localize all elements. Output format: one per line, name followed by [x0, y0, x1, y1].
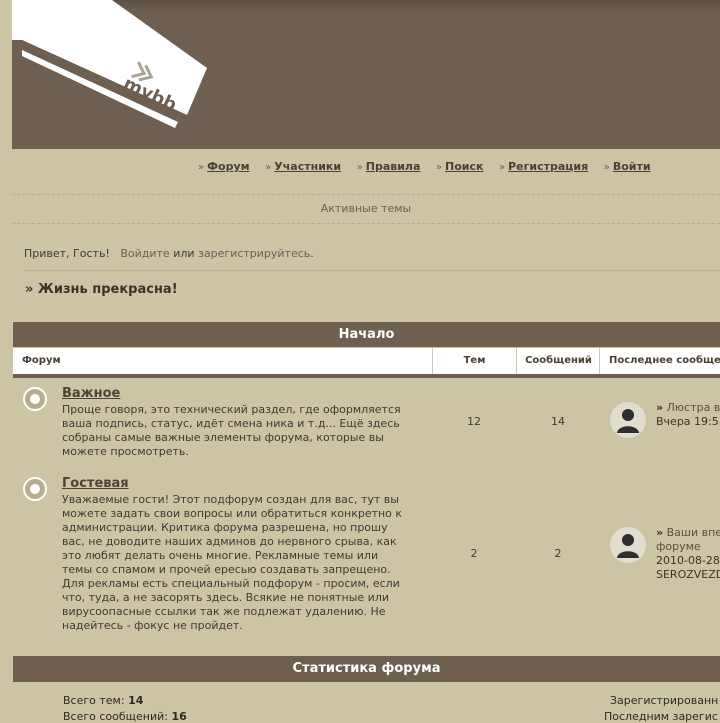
user-silhouette-icon — [617, 534, 639, 558]
category-header[interactable]: Начало — [13, 322, 720, 347]
last-post-link[interactable]: Ваши впе — [667, 526, 720, 539]
forum-row: Гостевая Уважаемые гости! Этот подфорум … — [13, 474, 720, 634]
greeting-or: или — [173, 247, 195, 260]
nav-item-register[interactable]: » Регистрация — [499, 160, 588, 173]
header-banner: mybb — [12, 0, 720, 149]
main-nav: » Форум » Участники » Правила » Поиск » Регис… — [198, 160, 663, 176]
stat-posts-value: 16 — [171, 710, 187, 723]
last-post-info: » Люстра в Вчера 19:5 — [656, 401, 720, 429]
nav-item-login[interactable]: » Войти — [604, 160, 651, 173]
forum-description: Проще говоря, это технический раздел, гд… — [62, 403, 401, 458]
active-topics-bar: Активные темы — [12, 194, 720, 224]
nav-item-members[interactable]: » Участники — [265, 160, 341, 173]
nav-link-search[interactable]: Поиск — [445, 160, 483, 173]
last-post-arrow-icon: » — [656, 401, 664, 414]
nav-link-login[interactable]: Войти — [613, 160, 651, 173]
avatar[interactable] — [610, 402, 646, 438]
forum-post-count: 2 — [554, 547, 562, 560]
forum-post-count: 14 — [551, 415, 565, 428]
stat-topics-value: 14 — [128, 694, 144, 707]
user-silhouette-icon — [617, 409, 639, 433]
nav-link-members[interactable]: Участники — [274, 160, 341, 173]
col-last-post: Последнее сообщение — [599, 348, 720, 374]
forum-row: Важное Проще говоря, это технический раз… — [13, 384, 720, 464]
double-chevron-icon: » — [603, 162, 610, 173]
double-chevron-icon: » — [435, 162, 443, 173]
avatar[interactable] — [610, 527, 646, 563]
forum-title-link[interactable]: Гостевая — [62, 476, 129, 491]
forum-slogan: » Жизнь прекрасна! — [25, 282, 178, 297]
stat-posts-label: Всего сообщений: — [63, 710, 168, 723]
double-chevron-icon: » — [356, 162, 363, 173]
divider — [24, 270, 720, 271]
nav-link-register[interactable]: Регистрация — [508, 160, 588, 173]
forum-topic-count: 12 — [467, 415, 481, 428]
stat-total-topics: Всего тем: 14 — [63, 694, 143, 707]
greeting-text: Привет, Гость! — [24, 247, 110, 260]
greeting-suffix: . — [310, 247, 314, 260]
last-post-date: Вчера 19:5 — [656, 415, 719, 428]
double-chevron-icon: » — [198, 162, 205, 173]
last-post-date: 2010-08-28 — [656, 554, 720, 567]
register-link[interactable]: зарегистрируйтесь — [198, 247, 310, 260]
nav-link-forum[interactable]: Форум — [207, 160, 250, 173]
stats-header[interactable]: Статистика форума — [13, 656, 720, 682]
double-chevron-icon: » — [498, 162, 506, 173]
forum-description: Уважаемые гости! Этот подфорум создан дл… — [62, 493, 403, 632]
forum-status-icon — [23, 387, 47, 411]
stat-topics-label: Всего тем: — [63, 694, 125, 707]
nav-item-search[interactable]: » Поиск — [436, 160, 484, 173]
stat-last-registered: Последним зарегис — [604, 710, 718, 723]
last-post-info: » Ваши впе форуме 2010-08-28 SEROZVEZD — [656, 526, 720, 582]
forum-table-header: Форум Тем Сообщений Последнее сообщение — [13, 348, 720, 378]
nav-link-rules[interactable]: Правила — [366, 160, 421, 173]
stat-registered-users: Зарегистрированн — [610, 694, 719, 707]
col-topics: Тем — [432, 348, 516, 374]
forum-title-link[interactable]: Важное — [62, 386, 120, 401]
active-topics-link[interactable]: Активные темы — [321, 202, 412, 215]
nav-item-forum[interactable]: » Форум — [198, 160, 250, 173]
welcome-message: Привет, Гость! Войдите или зарегистрируй… — [24, 247, 314, 260]
double-chevron-icon: » — [265, 162, 272, 173]
forum-topic-count: 2 — [470, 547, 478, 560]
last-post-link-cont[interactable]: форуме — [656, 540, 701, 553]
forum-status-icon — [23, 477, 47, 501]
nav-item-rules[interactable]: » Правила — [357, 160, 421, 173]
last-post-author: SEROZVEZD — [656, 568, 720, 581]
last-post-arrow-icon: » — [656, 526, 664, 539]
last-post-link[interactable]: Люстра в — [667, 401, 720, 414]
col-posts: Сообщений — [516, 348, 600, 374]
stat-total-posts: Всего сообщений: 16 — [63, 710, 187, 723]
mybb-logo[interactable]: mybb — [12, 0, 222, 140]
col-forum: Форум — [22, 355, 61, 366]
login-link[interactable]: Войдите — [120, 247, 169, 260]
